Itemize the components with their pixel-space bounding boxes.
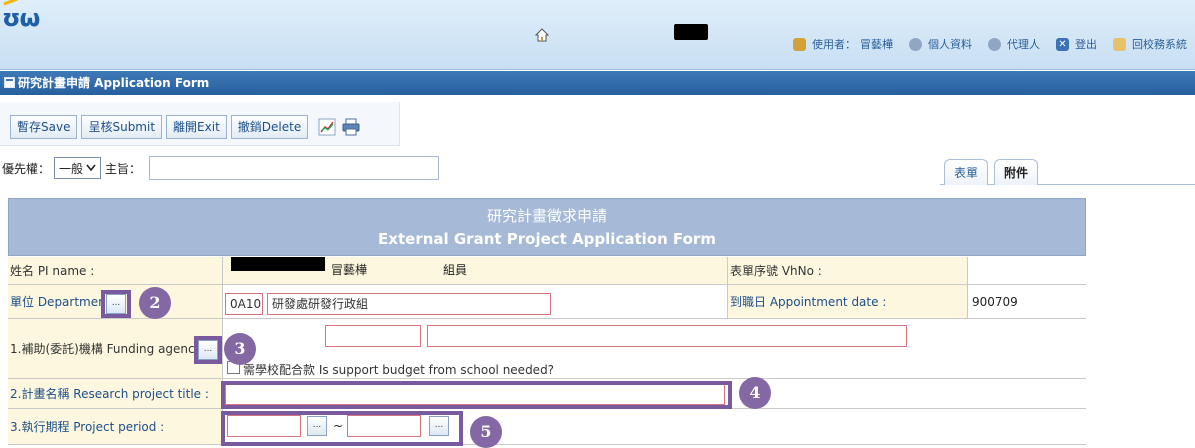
annotation-badge-2: 2 (139, 287, 171, 319)
funding-code-input[interactable] (325, 325, 421, 347)
profile-icon (909, 37, 922, 51)
delete-button[interactable]: 撤銷Delete (230, 115, 309, 139)
vhno-label: 表單序號 VhNo : (730, 264, 822, 278)
pi-name-value: 冒藝樺 (331, 263, 368, 277)
department-code-input[interactable]: 0A10 (225, 293, 263, 315)
pi-name-label-cell: 姓名 PI name : (8, 257, 223, 284)
row-pi-name: 姓名 PI name : 冒藝樺 組員 表單序號 VhNo : (8, 257, 1086, 285)
pi-role-value: 組員 (443, 263, 468, 277)
window-title-bar: 研究計畫申請 Application Form (0, 71, 1195, 95)
home-icon[interactable] (535, 28, 549, 42)
application-form: 研究計畫徵求申請 External Grant Project Applicat… (8, 198, 1086, 445)
appointment-label: 到職日 Appointment date : (730, 295, 887, 309)
user-label: 使用者： (812, 38, 856, 51)
school-system-link[interactable]: 回校務系統 (1132, 36, 1187, 52)
priority-label: 優先權： (2, 161, 51, 176)
funding-label: 1.補助(委託)機構 Funding agency : (10, 342, 210, 356)
school-home-icon (1113, 37, 1126, 51)
project-title-label-cell: 2.計畫名稱 Research project title : (8, 379, 223, 408)
priority-row: 優先權： 一般 主旨： (2, 155, 440, 181)
support-budget-label: 需學校配合款 Is support budget from school nee… (243, 363, 555, 377)
proxy-icon (988, 37, 1001, 51)
project-period-label-cell: 3.執行期程 Project period : (8, 409, 223, 444)
form-title-zh: 研究計畫徵求申請 (486, 207, 607, 225)
department-value-cell: 0A10 研發處研發行政組 (223, 285, 728, 318)
top-header: ʊω 使用者： 冒藝樺 個人資料 代理人 ✕ 登出 回校務系統 (0, 0, 1195, 70)
project-title-label: 2.計畫名稱 Research project title : (10, 387, 209, 401)
annotation-badge-5: 5 (470, 416, 502, 448)
department-label: 單位 Department (10, 295, 111, 309)
logout-icon: ✕ (1056, 37, 1069, 51)
subject-label: 主旨： (105, 161, 142, 176)
highlight-funding-picker (194, 336, 222, 364)
priority-select[interactable]: 一般 (54, 157, 102, 179)
priority-selected-value: 一般 (59, 161, 84, 176)
profile-link[interactable]: 個人資料 (928, 36, 972, 52)
form-title-en: External Grant Project Application Form (378, 230, 716, 248)
header-links: 使用者： 冒藝樺 個人資料 代理人 ✕ 登出 回校務系統 (793, 36, 1187, 52)
window-icon (4, 77, 15, 88)
appointment-label-cell: 到職日 Appointment date : (728, 285, 968, 318)
redacted-name (231, 257, 325, 271)
proxy-link[interactable]: 代理人 (1007, 36, 1040, 52)
row-project-period: 3.執行期程 Project period : ... ~ ... (8, 409, 1086, 445)
department-name-input[interactable]: 研發處研發行政組 (267, 293, 551, 315)
submit-button[interactable]: 呈核Submit (81, 115, 163, 139)
save-button[interactable]: 暫存Save (10, 115, 78, 139)
annotation-badge-4: 4 (739, 377, 771, 409)
highlight-project-title (221, 381, 732, 409)
print-icon[interactable] (342, 118, 360, 136)
vhno-value-cell (968, 257, 1086, 284)
window-title: 研究計畫申請 Application Form (18, 76, 210, 90)
funding-value-cell: 需學校配合款 Is support budget from school nee… (223, 319, 1086, 378)
toolbar: 暫存Save 呈核Submit 離開Exit 撤銷Delete (10, 113, 360, 141)
user-name: 冒藝樺 (860, 38, 893, 51)
chevron-down-icon (86, 164, 96, 172)
app-logo[interactable]: ʊω (2, 4, 40, 32)
appointment-value: 900709 (972, 295, 1018, 309)
form-header: 研究計畫徵求申請 External Grant Project Applicat… (8, 198, 1086, 256)
appointment-value-cell: 900709 (968, 285, 1086, 318)
tab-attachments[interactable]: 附件 (994, 159, 1038, 185)
highlight-project-period (221, 411, 463, 446)
tab-form[interactable]: 表單 (944, 159, 988, 185)
exit-button[interactable]: 離開Exit (166, 115, 227, 139)
vhno-label-cell: 表單序號 VhNo : (728, 257, 968, 284)
row-funding-agency: 1.補助(委託)機構 Funding agency : 需學校配合款 Is su… (8, 319, 1086, 379)
funding-name-input[interactable] (427, 325, 907, 347)
project-period-label: 3.執行期程 Project period : (10, 420, 165, 434)
user-icon (793, 37, 806, 51)
pi-name-label: 姓名 PI name : (10, 264, 95, 278)
pi-name-value-cell: 冒藝樺 組員 (223, 257, 728, 284)
highlight-department-picker (101, 290, 131, 318)
subject-input[interactable] (149, 156, 440, 180)
annotation-badge-3: 3 (224, 333, 256, 365)
logout-link[interactable]: 登出 (1075, 36, 1097, 52)
funding-label-cell: 1.補助(委託)機構 Funding agency : (8, 319, 223, 378)
chart-edit-icon[interactable] (318, 118, 336, 136)
redacted-block (674, 24, 708, 40)
